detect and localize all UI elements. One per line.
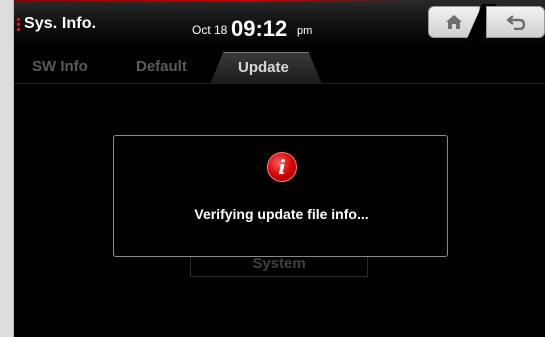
tab-sw-info[interactable]: SW Info [32,58,88,75]
clock-time: 09:12 [231,16,288,41]
verify-dialog: i Verifying update file info... [113,135,448,257]
info-icon: i [267,152,297,182]
back-arrow-icon [506,15,525,30]
page-title: Sys. Info. [24,15,97,32]
status-bar: Sys. Info. Oct 18 09:12 pm [14,0,545,47]
device-bezel [0,0,14,337]
tab-default[interactable]: Default [136,58,187,75]
tab-divider [14,83,545,84]
date-label: Oct 18 [192,23,228,37]
clock-ampm: pm [297,25,313,37]
corner-buttons [420,4,545,42]
title-marker-icon [17,18,20,32]
accent-line [14,0,414,2]
tab-bar: SW Info Default Update [14,52,545,84]
tab-update[interactable]: Update [238,59,289,76]
back-button[interactable] [486,6,545,38]
dialog-message: Verifying update file info... [194,206,369,222]
home-icon [446,15,462,29]
head-unit-screen: Sys. Info. Oct 18 09:12 pm SW Info Defau… [14,0,545,337]
